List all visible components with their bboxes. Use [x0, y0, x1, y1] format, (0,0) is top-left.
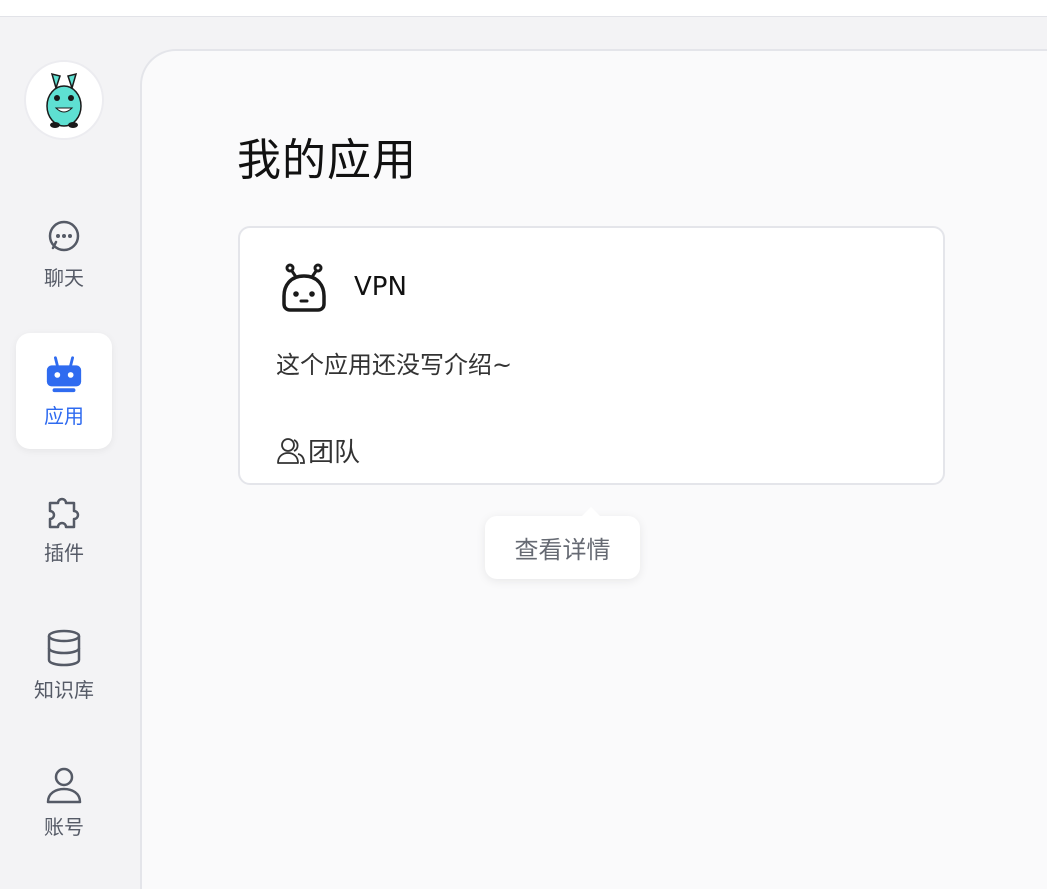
page-title: 我的应用 [237, 135, 417, 186]
view-details-tooltip[interactable]: 查看详情 [485, 507, 640, 579]
sidebar-item-label: 应用 [44, 403, 84, 428]
sidebar-item-label: 知识库 [34, 677, 94, 702]
team-icon [276, 436, 306, 466]
sidebar-item-apps[interactable]: 应用 [16, 333, 112, 449]
sidebar-item-knowledge[interactable]: 知识库 [16, 607, 112, 723]
chat-bubble-icon [44, 216, 84, 256]
sidebar: 聊天 应用 插件 知识库 账号 [0, 17, 140, 871]
app-description: 这个应用还没写介绍~ [276, 351, 513, 379]
top-bar [0, 0, 1047, 17]
sidebar-item-label: 插件 [44, 540, 84, 565]
robot-icon [44, 354, 84, 394]
puzzle-icon [44, 491, 84, 531]
app-card[interactable]: VPN 这个应用还没写介绍~ 团队 [238, 226, 945, 485]
sidebar-item-plugins[interactable]: 插件 [16, 470, 112, 586]
sidebar-item-chat[interactable]: 聊天 [16, 195, 112, 311]
user-icon [44, 765, 84, 805]
robot-face-icon [278, 262, 330, 314]
app-name: VPN [354, 272, 407, 302]
sidebar-item-label: 聊天 [44, 265, 84, 290]
database-icon [44, 628, 84, 668]
team-label: 团队 [308, 438, 361, 468]
tooltip-label: 查看详情 [514, 536, 611, 564]
app-team-tag: 团队 [276, 432, 360, 469]
sidebar-item-account[interactable]: 账号 [16, 744, 112, 860]
avatar[interactable] [24, 60, 104, 140]
bunny-mascot-icon [46, 72, 82, 128]
sidebar-item-label: 账号 [44, 814, 84, 839]
